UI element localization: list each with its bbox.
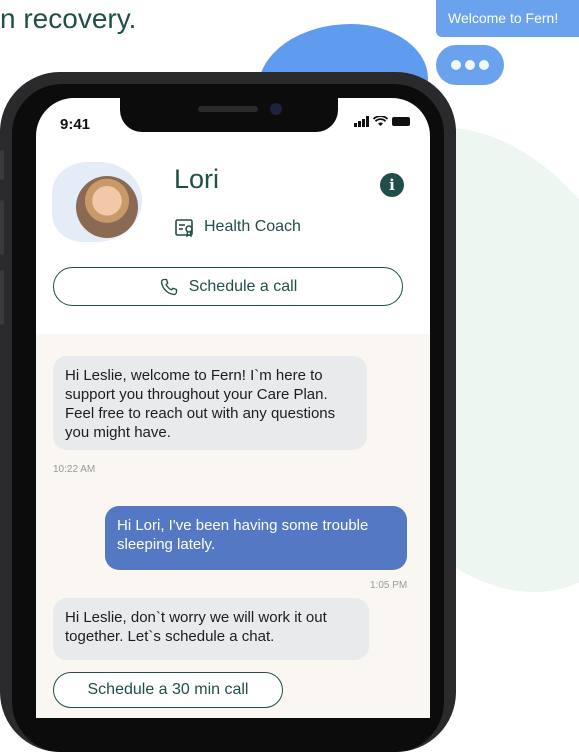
chat-thread: Hi Leslie, welcome to Fern! I`m here to …	[36, 334, 430, 718]
badge-icon	[175, 219, 193, 238]
welcome-bubble: Welcome to Fern!	[436, 0, 579, 37]
signal-icon	[354, 116, 369, 127]
phone-side-button	[0, 150, 4, 180]
phone-screen: 9:41 Lori Health Coach i Schedule a call…	[36, 98, 430, 718]
message-incoming: Hi Leslie, welcome to Fern! I`m here to …	[53, 356, 367, 450]
message-outgoing: Hi Lori, I've been having some trouble s…	[105, 506, 407, 570]
phone-notch	[120, 98, 338, 132]
phone-side-button	[0, 200, 4, 255]
info-icon[interactable]: i	[380, 173, 404, 197]
message-timestamp: 1:05 PM	[370, 580, 408, 591]
phone-speaker	[198, 106, 258, 112]
wifi-icon	[373, 116, 388, 126]
status-icons	[354, 116, 410, 127]
schedule-call-label: Schedule a call	[188, 277, 298, 295]
status-time: 9:41	[60, 116, 91, 133]
coach-role: Health Coach	[174, 216, 301, 238]
typing-dots-icon	[436, 45, 504, 85]
phone-camera	[270, 103, 282, 115]
headline-text: n recovery.	[0, 3, 137, 34]
phone-side-button	[0, 270, 4, 325]
message-timestamp: 10:22 AM	[53, 464, 96, 475]
coach-role-label: Health Coach	[204, 218, 301, 235]
coach-name: Lori	[174, 164, 220, 194]
schedule-30-min-call-button[interactable]: Schedule a 30 min call	[53, 672, 283, 708]
battery-icon	[392, 117, 410, 126]
message-incoming: Hi Leslie, don`t worry we will work it o…	[53, 598, 369, 660]
phone-icon	[160, 278, 177, 295]
avatar[interactable]	[76, 176, 138, 238]
schedule-call-button[interactable]: Schedule a call	[53, 267, 403, 306]
